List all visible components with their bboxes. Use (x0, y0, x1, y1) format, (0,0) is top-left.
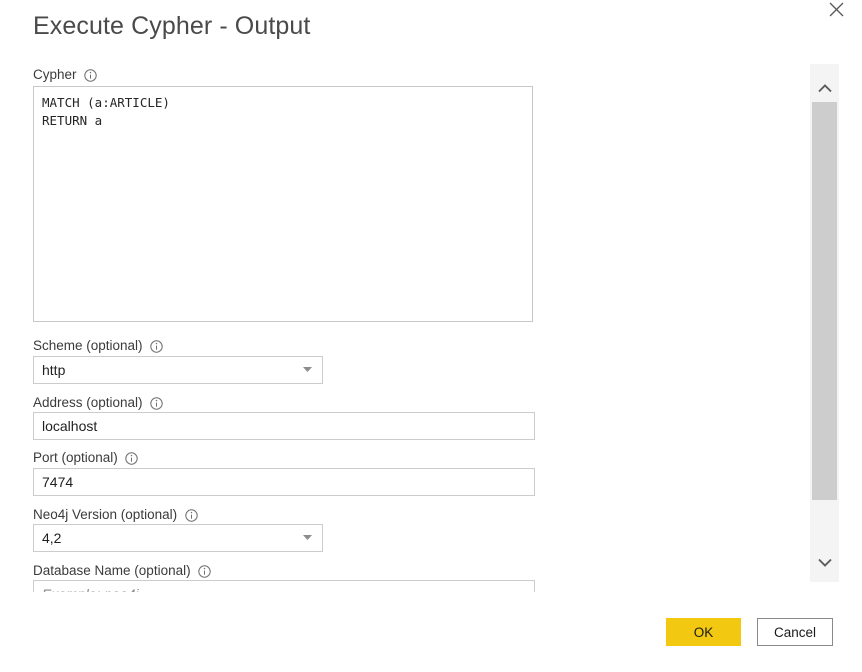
database-name-input[interactable]: Example: neo4j (33, 580, 535, 592)
ok-button[interactable]: OK (666, 618, 741, 646)
database-name-label: Database Name (optional) (33, 564, 212, 578)
cypher-value: MATCH (a:ARTICLE) RETURN a (42, 95, 170, 128)
scroll-down-button[interactable] (810, 548, 839, 576)
info-icon[interactable] (150, 339, 164, 353)
scheme-value: http (42, 362, 66, 378)
version-value: 4,2 (42, 530, 62, 546)
dialog-content: Cypher MATCH (a:ARTICLE) RETURN a Scheme… (0, 62, 800, 592)
dialog-title: Execute Cypher - Output (33, 12, 311, 40)
port-input[interactable]: 7474 (33, 468, 535, 496)
port-value: 7474 (42, 474, 74, 490)
scroll-up-button[interactable] (810, 74, 839, 102)
version-label: Neo4j Version (optional) (33, 508, 198, 522)
version-label-text: Neo4j Version (optional) (33, 507, 178, 523)
cypher-input[interactable]: MATCH (a:ARTICLE) RETURN a (33, 86, 533, 322)
neo4j-version-select[interactable]: 4,2 (33, 524, 323, 552)
cypher-label-text: Cypher (33, 67, 77, 83)
close-icon (828, 1, 845, 18)
database-name-label-text: Database Name (optional) (33, 563, 191, 579)
info-icon[interactable] (198, 564, 212, 578)
chevron-up-icon (817, 83, 832, 93)
address-value: localhost (42, 418, 98, 434)
scheme-label-text: Scheme (optional) (33, 338, 143, 354)
port-label-text: Port (optional) (33, 450, 118, 466)
info-icon[interactable] (184, 508, 198, 522)
cypher-label: Cypher (33, 68, 98, 82)
address-label: Address (optional) (33, 396, 164, 410)
info-icon[interactable] (150, 396, 164, 410)
scheme-select[interactable]: http (33, 356, 323, 384)
vertical-scrollbar[interactable] (810, 64, 839, 582)
info-icon[interactable] (84, 68, 98, 82)
info-icon[interactable] (125, 451, 139, 465)
database-name-placeholder: Example: neo4j (42, 587, 139, 592)
address-label-text: Address (optional) (33, 395, 143, 411)
chevron-down-icon (302, 533, 312, 543)
dialog-footer: OK Cancel (0, 600, 862, 672)
scheme-label: Scheme (optional) (33, 339, 164, 353)
cancel-button[interactable]: Cancel (757, 618, 833, 646)
address-input[interactable]: localhost (33, 412, 535, 440)
scrollbar-thumb[interactable] (812, 102, 837, 500)
chevron-down-icon (302, 365, 312, 375)
chevron-down-icon (817, 558, 832, 567)
close-button[interactable] (816, 0, 856, 26)
port-label: Port (optional) (33, 451, 139, 465)
